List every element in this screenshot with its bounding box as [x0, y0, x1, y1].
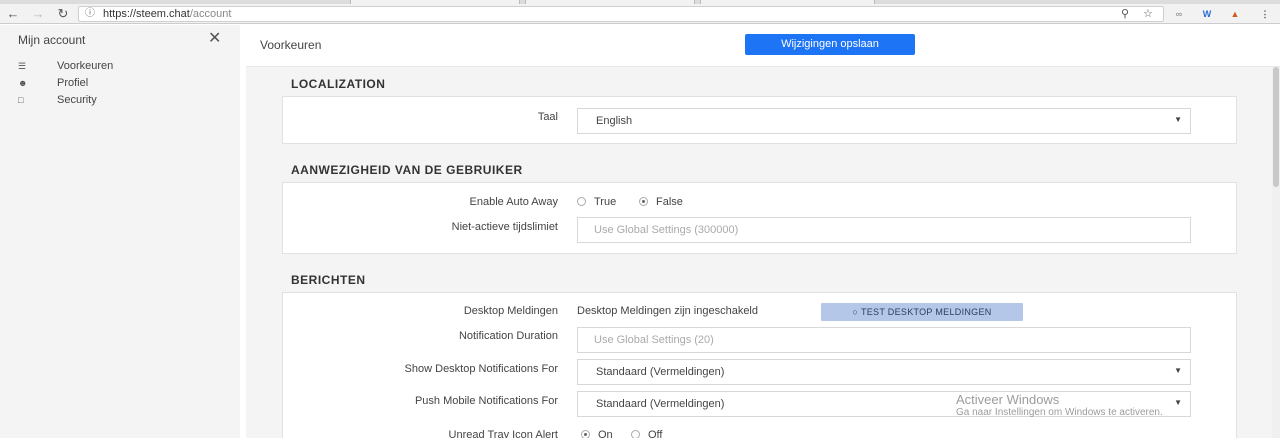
- radio-icon: [577, 197, 586, 206]
- page-title: Voorkeuren: [260, 38, 322, 52]
- preferences-scroll-area[interactable]: LOCALIZATION Taal English ▼ AANWEZIGHEID…: [246, 67, 1280, 438]
- radio-selected-icon: [639, 197, 648, 206]
- back-icon[interactable]: ←: [5, 6, 21, 22]
- radio-off[interactable]: Off: [631, 429, 662, 438]
- test-desktop-notifications-button[interactable]: ○ TEST DESKTOP MELDINGEN: [821, 303, 1023, 321]
- scrollbar-thumb[interactable]: [1273, 67, 1279, 187]
- show-desktop-notifications-select[interactable]: Standaard (Vermeldingen) ▼: [577, 359, 1191, 385]
- sidebar-title: Mijn account: [18, 33, 86, 47]
- idle-timeout-label: Niet-actieve tijdslimiet: [451, 221, 558, 233]
- section-title-localization: LOCALIZATION: [291, 77, 386, 91]
- page-header: Voorkeuren Wijzigingen opslaan: [246, 25, 1280, 67]
- language-label: Taal: [537, 111, 558, 123]
- reload-icon[interactable]: ↻: [55, 6, 71, 22]
- extension-icon[interactable]: ▲: [1228, 8, 1242, 20]
- main-content: Voorkeuren Wijzigingen opslaan LOCALIZAT…: [246, 25, 1280, 438]
- extension-icon[interactable]: W: [1200, 8, 1214, 20]
- section-title-presence: AANWEZIGHEID VAN DE GEBRUIKER: [291, 163, 523, 177]
- notification-duration-label: Notification Duration: [458, 330, 558, 342]
- chat-icon: ○: [852, 307, 859, 317]
- close-icon[interactable]: ✕: [208, 31, 221, 47]
- idle-timeout-input[interactable]: Use Global Settings (300000): [577, 217, 1191, 243]
- radio-on[interactable]: On: [581, 429, 613, 438]
- auto-away-label: Enable Auto Away: [469, 196, 558, 208]
- desktop-notifications-status: Desktop Meldingen zijn ingeschakeld: [577, 305, 758, 317]
- presence-panel: Enable Auto Away True False Niet-actieve…: [282, 182, 1237, 254]
- caret-down-icon: ▼: [1174, 366, 1182, 375]
- localization-panel: Taal English ▼: [282, 96, 1237, 144]
- radio-selected-icon: [581, 430, 590, 438]
- info-icon[interactable]: ⓘ: [85, 7, 95, 21]
- sliders-icon: ☰: [18, 61, 27, 71]
- scrollbar[interactable]: [1272, 67, 1280, 438]
- key-icon[interactable]: ⚲: [1121, 7, 1129, 21]
- section-title-messages: BERICHTEN: [291, 273, 366, 287]
- sidebar-item-label: Security: [57, 94, 97, 106]
- radio-false[interactable]: False: [639, 196, 683, 208]
- radio-icon: [631, 430, 640, 438]
- caret-down-icon: ▼: [1174, 115, 1182, 124]
- unread-tray-icon-label: Unread Tray Icon Alert: [448, 429, 558, 438]
- language-select[interactable]: English ▼: [577, 108, 1191, 134]
- extension-icon[interactable]: ∞: [1172, 8, 1186, 20]
- notification-duration-input[interactable]: Use Global Settings (20): [577, 327, 1191, 353]
- desktop-notifications-label: Desktop Meldingen: [463, 305, 558, 317]
- windows-activation-watermark: Activeer Windows Ga naar Instellingen om…: [956, 392, 1163, 418]
- lock-icon: □: [18, 95, 24, 105]
- sidebar-item-label: Voorkeuren: [57, 60, 114, 72]
- user-icon: ☻: [18, 78, 28, 88]
- caret-down-icon: ▼: [1174, 398, 1182, 407]
- browser-toolbar: ← → ↻ ⓘ https://steem.chat/account ⚲ ☆ ∞…: [0, 4, 1280, 24]
- address-bar[interactable]: ⓘ https://steem.chat/account ⚲ ☆: [78, 6, 1164, 22]
- radio-true[interactable]: True: [577, 196, 616, 208]
- sidebar-item-label: Profiel: [57, 77, 89, 89]
- star-icon[interactable]: ☆: [1143, 7, 1153, 21]
- account-sidebar: Mijn account ✕ ☰ Voorkeuren ☻ Profiel □ …: [0, 25, 240, 438]
- push-mobile-notifications-label: Push Mobile Notifications For: [414, 395, 558, 407]
- forward-icon[interactable]: →: [30, 6, 46, 22]
- address-url: https://steem.chat/account: [103, 8, 232, 20]
- save-button[interactable]: Wijzigingen opslaan: [745, 34, 915, 55]
- menu-icon[interactable]: ⋮: [1258, 8, 1272, 20]
- show-desktop-notifications-label: Show Desktop Notifications For: [404, 363, 558, 375]
